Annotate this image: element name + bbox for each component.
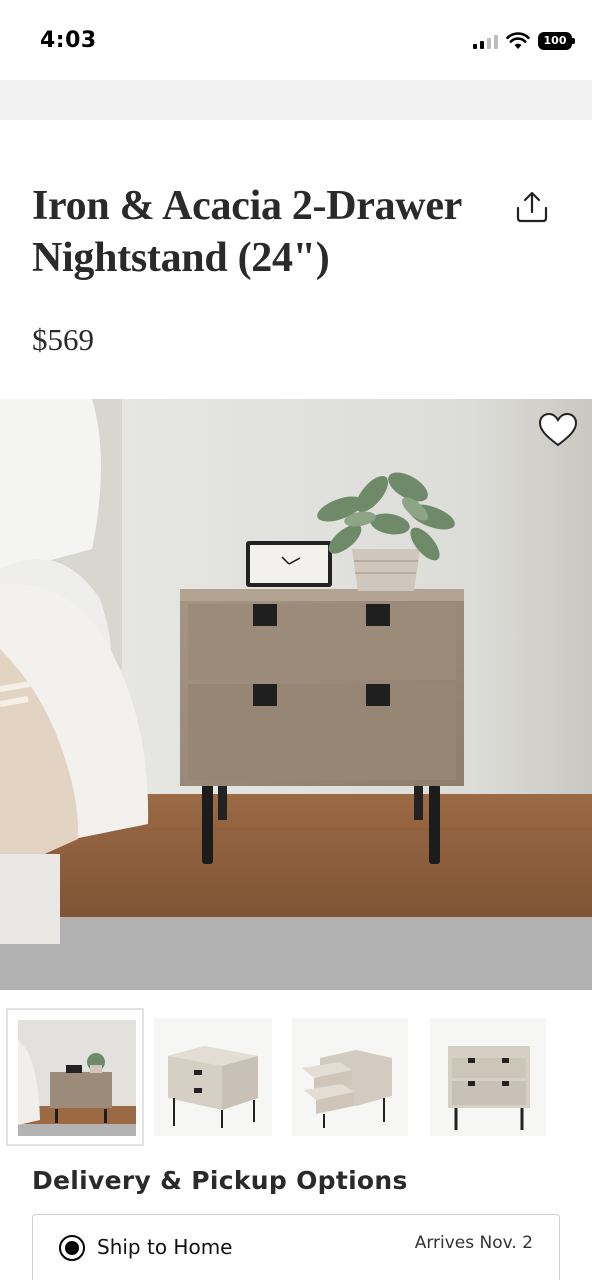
- status-icons: 100: [473, 32, 575, 50]
- delivery-options-box: Ship to Home Arrives Nov. 2: [32, 1214, 560, 1280]
- share-button[interactable]: [512, 188, 552, 228]
- status-bar: 4:03 100: [0, 0, 592, 80]
- share-icon: [516, 191, 548, 223]
- delivery-section-title: Delivery & Pickup Options: [32, 1166, 408, 1195]
- status-time: 4:03: [40, 28, 97, 53]
- thumbnail-front-view[interactable]: [430, 1018, 546, 1136]
- radio-selected-icon[interactable]: [59, 1235, 85, 1261]
- ship-to-home-option[interactable]: Ship to Home: [97, 1235, 232, 1259]
- heart-icon: [538, 412, 578, 447]
- product-title: Iron & Acacia 2-Drawer Nightstand (24"): [32, 183, 462, 281]
- wifi-icon: [506, 32, 530, 49]
- battery-icon: 100: [538, 32, 575, 50]
- thumbnail-front-angle[interactable]: [154, 1018, 272, 1136]
- cellular-signal-icon: [473, 33, 498, 49]
- image-thumbnail-strip: [0, 1008, 592, 1148]
- thumbnail-open-drawers[interactable]: [292, 1018, 408, 1136]
- arrival-date: Arrives Nov. 2: [414, 1233, 533, 1253]
- product-price: $569: [32, 322, 94, 357]
- thumbnail-room-scene[interactable]: [6, 1008, 144, 1146]
- search-bar-placeholder: [0, 80, 592, 120]
- favorite-button[interactable]: [538, 412, 578, 448]
- product-hero-image[interactable]: [0, 399, 592, 990]
